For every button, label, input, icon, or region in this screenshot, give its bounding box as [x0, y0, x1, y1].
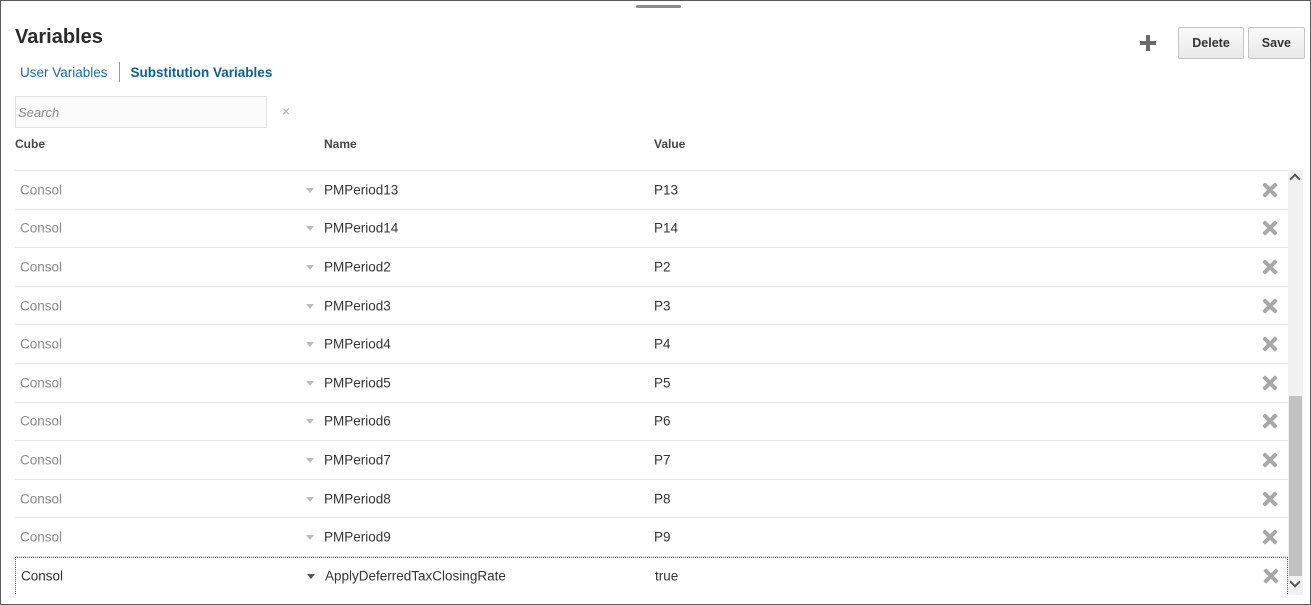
- table-row[interactable]: Consol PMPeriod4 P4: [15, 325, 1288, 364]
- cube-select[interactable]: Consol: [20, 221, 62, 236]
- variable-value-cell[interactable]: P7: [654, 452, 671, 467]
- table-row[interactable]: Consol PMPeriod2 P2: [15, 248, 1288, 287]
- chevron-down-icon[interactable]: [306, 342, 314, 348]
- scroll-thumb[interactable]: [1289, 396, 1302, 576]
- cube-select[interactable]: Consol: [20, 452, 62, 467]
- variable-value-cell[interactable]: P8: [654, 491, 671, 506]
- clear-search-icon[interactable]: ×: [282, 103, 290, 119]
- cube-select[interactable]: Consol: [20, 259, 62, 274]
- variable-value-cell[interactable]: P13: [654, 182, 678, 197]
- variable-name-cell[interactable]: PMPeriod4: [324, 337, 391, 352]
- cube-select[interactable]: Consol: [21, 569, 63, 584]
- chevron-down-icon[interactable]: [306, 419, 314, 425]
- search-input[interactable]: [16, 97, 266, 127]
- delete-button[interactable]: Delete: [1178, 27, 1244, 59]
- cube-select[interactable]: Consol: [20, 491, 62, 506]
- cube-select[interactable]: Consol: [20, 414, 62, 429]
- table-row[interactable]: Consol ApplyDeferredTaxClosingRate true: [15, 556, 1288, 595]
- delete-row-icon[interactable]: [1262, 298, 1278, 314]
- variable-name-cell[interactable]: PMPeriod14: [324, 221, 398, 236]
- table-row[interactable]: Consol PMPeriod5 P5: [15, 364, 1288, 403]
- chevron-down-icon[interactable]: [306, 187, 314, 193]
- delete-row-icon[interactable]: [1262, 375, 1278, 391]
- delete-row-icon[interactable]: [1262, 259, 1278, 275]
- delete-row-icon[interactable]: [1263, 568, 1279, 584]
- tab-separator: [118, 62, 120, 82]
- variable-name-cell[interactable]: PMPeriod5: [324, 375, 391, 390]
- cube-select[interactable]: Consol: [20, 375, 62, 390]
- chevron-down-icon[interactable]: [306, 264, 314, 270]
- variable-value-cell[interactable]: P9: [654, 530, 671, 545]
- delete-row-icon[interactable]: [1262, 182, 1278, 198]
- tab-substitution-variables[interactable]: Substitution Variables: [131, 65, 273, 80]
- vertical-scrollbar[interactable]: [1288, 170, 1303, 595]
- table-row[interactable]: Consol PMPeriod8 P8: [15, 480, 1288, 519]
- variable-name-cell[interactable]: PMPeriod13: [324, 182, 398, 197]
- chevron-down-icon[interactable]: [307, 574, 315, 580]
- table-row[interactable]: Consol PMPeriod13 P13: [15, 171, 1288, 210]
- variables-grid: Consol PMPeriod13 P13 Consol PMPeriod14 P14 Co…: [15, 170, 1288, 595]
- cube-select[interactable]: Consol: [20, 182, 62, 197]
- delete-row-icon[interactable]: [1262, 220, 1278, 236]
- variable-name-cell[interactable]: PMPeriod2: [324, 259, 391, 274]
- column-header-value[interactable]: Value: [654, 137, 685, 151]
- variable-name-cell[interactable]: PMPeriod7: [324, 452, 391, 467]
- column-header-cube[interactable]: Cube: [15, 137, 45, 151]
- toolbar: Delete Save: [1136, 27, 1305, 59]
- variable-value-cell[interactable]: P4: [654, 337, 671, 352]
- delete-row-icon[interactable]: [1262, 491, 1278, 507]
- drag-handle[interactable]: [636, 5, 681, 8]
- tab-user-variables[interactable]: User Variables: [20, 65, 108, 80]
- chevron-down-icon[interactable]: [306, 535, 314, 541]
- plus-icon[interactable]: [1136, 28, 1160, 58]
- delete-row-icon[interactable]: [1262, 452, 1278, 468]
- table-row[interactable]: Consol PMPeriod7 P7: [15, 441, 1288, 480]
- page-title: Variables: [15, 26, 103, 48]
- table-row[interactable]: Consol PMPeriod6 P6: [15, 403, 1288, 442]
- variable-value-cell[interactable]: P2: [654, 259, 671, 274]
- variable-tabs: User Variables Substitution Variables: [20, 62, 272, 82]
- variable-value-cell[interactable]: P6: [654, 414, 671, 429]
- cube-select[interactable]: Consol: [20, 337, 62, 352]
- chevron-down-icon[interactable]: [306, 457, 314, 463]
- delete-row-icon[interactable]: [1262, 336, 1278, 352]
- variable-name-cell[interactable]: PMPeriod6: [324, 414, 391, 429]
- chevron-down-icon[interactable]: [306, 303, 314, 309]
- chevron-down-icon[interactable]: [306, 496, 314, 502]
- delete-row-icon[interactable]: [1262, 413, 1278, 429]
- variable-value-cell[interactable]: true: [655, 569, 678, 584]
- variable-value-cell[interactable]: P14: [654, 221, 678, 236]
- cube-select[interactable]: Consol: [20, 298, 62, 313]
- search-field: [15, 96, 267, 128]
- table-row[interactable]: Consol PMPeriod14 P14: [15, 210, 1288, 249]
- variable-name-cell[interactable]: PMPeriod8: [324, 491, 391, 506]
- chevron-down-icon[interactable]: [306, 380, 314, 386]
- variable-name-cell[interactable]: PMPeriod3: [324, 298, 391, 313]
- save-button[interactable]: Save: [1247, 27, 1305, 59]
- delete-row-icon[interactable]: [1262, 529, 1278, 545]
- table-row[interactable]: Consol PMPeriod9 P9: [15, 518, 1288, 557]
- variable-value-cell[interactable]: P3: [654, 298, 671, 313]
- chevron-down-icon[interactable]: [306, 226, 314, 232]
- table-row[interactable]: Consol PMPeriod3 P3: [15, 287, 1288, 326]
- variable-name-cell[interactable]: PMPeriod9: [324, 530, 391, 545]
- variable-name-cell[interactable]: ApplyDeferredTaxClosingRate: [325, 569, 506, 584]
- cube-select[interactable]: Consol: [20, 530, 62, 545]
- column-header-name[interactable]: Name: [324, 137, 357, 151]
- variable-value-cell[interactable]: P5: [654, 375, 671, 390]
